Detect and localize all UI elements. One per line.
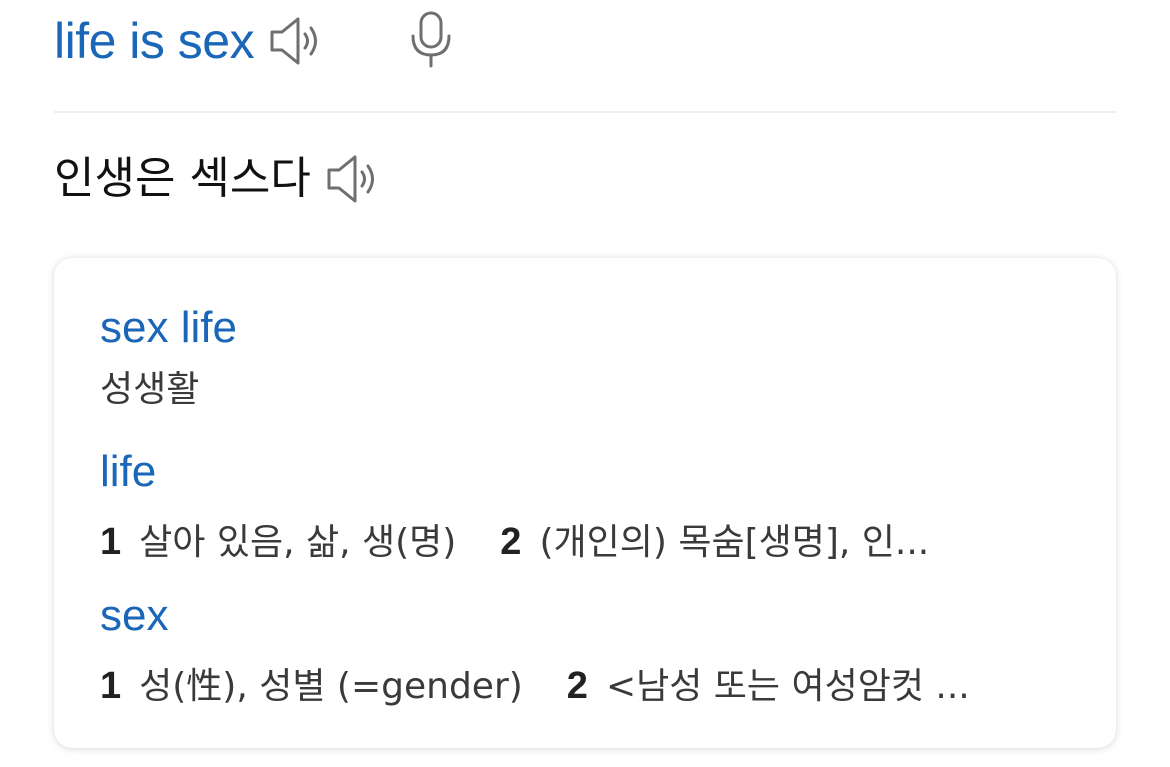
sense-number: 1 bbox=[100, 665, 122, 707]
dictionary-entry-life[interactable]: life 1 살아 있음, 삶, 생(명) 2 (개인의) 목숨[생명], 인... bbox=[100, 444, 929, 571]
sense-text: 성(性), 성별 (=gender) bbox=[139, 666, 523, 707]
speaker-icon bbox=[270, 17, 318, 65]
entry-term[interactable]: life bbox=[100, 444, 929, 500]
sense-number: 1 bbox=[100, 521, 122, 563]
sense-number: 2 bbox=[566, 665, 588, 707]
dictionary-entry-sex[interactable]: sex 1 성(性), 성별 (=gender) 2 <남성 또는 여성암컷 ... bbox=[100, 588, 970, 715]
microphone-button[interactable] bbox=[408, 10, 454, 73]
microphone-icon bbox=[411, 11, 451, 68]
sense-text: 살아 있음, 삶, 생(명) bbox=[139, 522, 457, 563]
entry-term[interactable]: sex bbox=[100, 588, 970, 644]
source-row: life is sex bbox=[54, 8, 324, 74]
translation-row: 인생은 섹스다 bbox=[54, 148, 381, 210]
entry-senses: 1 살아 있음, 삶, 생(명) 2 (개인의) 목숨[생명], 인... bbox=[100, 514, 929, 571]
dictionary-card: sex life 성생활 life 1 살아 있음, 삶, 생(명) 2 (개인의) … bbox=[54, 258, 1116, 748]
entry-senses: 1 성(性), 성별 (=gender) 2 <남성 또는 여성암컷 ... bbox=[100, 658, 970, 715]
entry-term[interactable]: sex life bbox=[100, 300, 237, 356]
speaker-icon bbox=[327, 155, 374, 203]
source-speaker-button[interactable] bbox=[268, 15, 324, 67]
sense-text: (개인의) 목숨[생명], 인... bbox=[539, 522, 930, 563]
source-text[interactable]: life is sex bbox=[54, 8, 255, 74]
translation-text[interactable]: 인생은 섹스다 bbox=[54, 148, 311, 210]
sense-number: 2 bbox=[500, 521, 522, 563]
entry-definition: 성생활 bbox=[100, 369, 200, 410]
translation-speaker-button[interactable] bbox=[325, 153, 381, 205]
sense-text: <남성 또는 여성암컷 ... bbox=[605, 666, 970, 707]
divider bbox=[54, 111, 1116, 113]
dictionary-entry-sex-life[interactable]: sex life 성생활 bbox=[100, 300, 237, 418]
